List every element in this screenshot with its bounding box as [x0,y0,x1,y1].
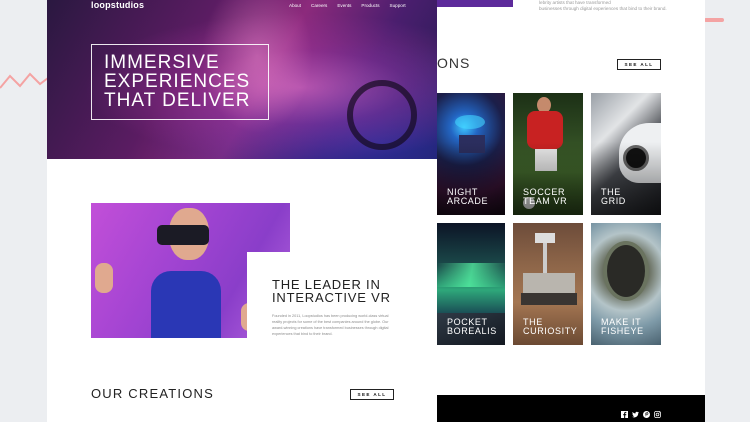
creation-card-soccer-team-vr[interactable]: SOCCER TEAM VR [513,93,583,215]
main-nav: About Careers Events Products Support [289,3,406,8]
leader-description: Founded in 2011, Loopstudios has been pr… [272,314,389,336]
leader-title: THE LEADER IN INTERACTIVE VR [272,277,391,305]
facebook-icon[interactable] [621,405,628,418]
card-label: MAKE IT FISHEYE [601,317,644,336]
creations-heading: OUR CREATIONS [91,386,214,401]
aurora-band [437,263,505,287]
desktop-mockup-front: loopstudios About Careers Events Product… [47,0,437,422]
social-icons [621,405,661,418]
instagram-icon[interactable] [654,405,661,418]
creations-intro-text: lebrity artists that have transformed bu… [539,0,699,12]
hero-section: loopstudios About Careers Events Product… [47,0,437,159]
site-footer [437,395,705,422]
creation-card-the-grid[interactable]: THE GRID [591,93,661,215]
desktop-mockup-back: lebrity artists that have transformed bu… [437,0,705,422]
creation-card-night-arcade[interactable]: NIGHT ARCADE [437,93,505,215]
person-hand-left [95,263,113,293]
card-label: THE GRID [601,187,626,206]
nav-link-events[interactable]: Events [337,3,351,8]
creation-card-pocket-borealis[interactable]: POCKET BOREALIS [437,223,505,345]
hero-title: IMMERSIVE EXPERIENCES THAT DELIVER [104,52,251,111]
rover-body [523,273,575,293]
card-label: NIGHT ARCADE [447,187,489,206]
rover-mast [543,243,547,273]
creation-card-make-it-fisheye[interactable]: MAKE IT FISHEYE [591,223,661,345]
hero-image-edge [437,0,513,7]
nav-link-products[interactable]: Products [361,3,379,8]
see-all-button[interactable]: SEE ALL [617,59,661,70]
person-shirt [151,271,221,338]
creations-heading-fragment: ONS [437,55,471,71]
fisheye-lens [603,241,649,301]
rover-camera [535,233,555,243]
pinterest-icon[interactable] [643,405,650,418]
nav-link-about[interactable]: About [289,3,301,8]
vr-headset-icon [157,225,209,245]
creation-card-the-curiosity[interactable]: THE CURIOSITY [513,223,583,345]
card-label: THE CURIOSITY [523,317,578,336]
hero-title-box: IMMERSIVE EXPERIENCES THAT DELIVER [91,44,269,120]
nav-link-careers[interactable]: Careers [311,3,327,8]
site-logo[interactable]: loopstudios [91,0,144,10]
nav-link-support[interactable]: Support [390,3,406,8]
card-label: SOCCER TEAM VR [523,187,568,206]
twitter-icon[interactable] [632,405,639,418]
card-label: POCKET BOREALIS [447,317,497,336]
hero-steering-wheel [347,80,417,150]
rover-wheels [521,293,577,305]
dash-decoration [704,18,724,22]
see-all-button[interactable]: SEE ALL [350,389,394,400]
intro-text-line: businesses through digital experiences t… [539,6,667,11]
